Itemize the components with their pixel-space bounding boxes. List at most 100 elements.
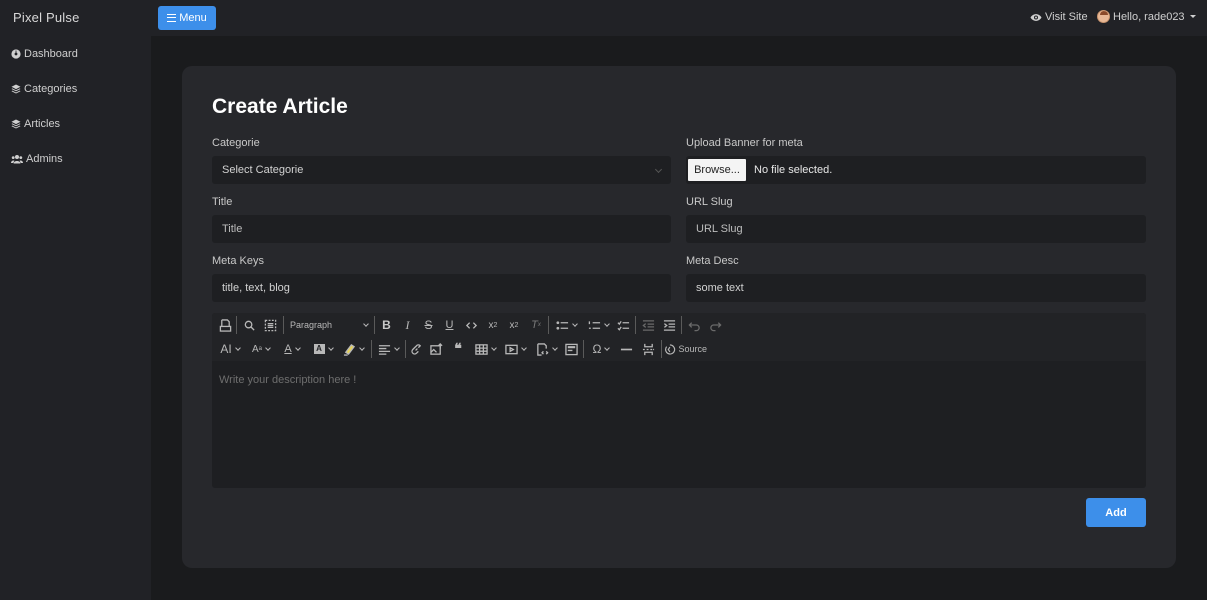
menu-button-label: Menu — [179, 12, 207, 24]
italic-icon[interactable]: I — [400, 317, 415, 333]
avatar — [1097, 10, 1110, 23]
code-icon[interactable] — [463, 317, 479, 333]
chevron-down-icon — [358, 344, 365, 351]
chevron-down-icon — [551, 344, 558, 351]
special-characters-icon[interactable]: Ω — [588, 341, 614, 357]
sidebar-item-articles[interactable]: Articles — [0, 106, 151, 141]
redo-icon[interactable] — [707, 317, 723, 333]
chevron-down-icon — [520, 344, 527, 351]
subscript-icon[interactable]: x2 — [485, 317, 501, 333]
page-break-icon[interactable] — [640, 341, 656, 357]
menu-button[interactable]: Menu — [158, 6, 216, 30]
html-embed-icon[interactable] — [533, 341, 559, 357]
meta-desc-label: Meta Desc — [686, 255, 739, 267]
toolbar-separator — [583, 340, 584, 358]
user-menu[interactable]: Hello, rade023 — [1097, 10, 1196, 23]
toolbar-separator — [635, 316, 636, 334]
sidebar-item-label: Categories — [24, 82, 78, 95]
insert-table-icon[interactable] — [472, 341, 498, 357]
editor-content-area[interactable]: Write your description here ! — [219, 374, 356, 386]
dashboard-icon — [11, 48, 21, 59]
horizontal-line-icon[interactable] — [618, 341, 634, 357]
font-color-icon[interactable]: A — [279, 341, 305, 357]
link-icon[interactable] — [408, 341, 424, 357]
indent-icon[interactable] — [661, 317, 677, 333]
superscript-icon[interactable]: x2 — [506, 317, 522, 333]
todo-list-icon[interactable] — [615, 317, 631, 333]
sidebar-item-admins[interactable]: Admins — [0, 141, 151, 176]
remove-format-icon[interactable]: Tx — [528, 317, 544, 333]
outdent-icon[interactable] — [640, 317, 656, 333]
block-quote-icon[interactable]: ❝ — [450, 341, 466, 357]
browse-button[interactable]: Browse... — [688, 159, 746, 181]
chevron-down-icon — [490, 344, 497, 351]
eye-icon — [1030, 13, 1042, 21]
slug-input[interactable]: URL Slug — [686, 215, 1146, 243]
font-size-icon[interactable]: AI — [217, 341, 243, 357]
toolbar-separator — [371, 340, 372, 358]
meta-keys-value: title, text, blog — [222, 282, 290, 294]
chevron-down-icon — [654, 165, 663, 174]
caret-down-icon — [1189, 15, 1196, 18]
font-family-icon[interactable]: Aa — [248, 341, 274, 357]
banner-label: Upload Banner for meta — [686, 137, 803, 149]
top-navbar: Menu Visit Site Hello, rade023 — [151, 0, 1207, 36]
user-greeting: Hello, rade023 — [1113, 10, 1185, 23]
categorie-label: Categorie — [212, 137, 260, 149]
sidebar: Pixel Pulse Dashboard Categories Article… — [0, 0, 151, 600]
font-background-icon[interactable]: A — [310, 341, 336, 357]
meta-keys-label: Meta Keys — [212, 255, 264, 267]
title-label: Title — [212, 196, 233, 208]
insert-image-icon[interactable] — [428, 341, 444, 357]
toolbar-separator — [681, 316, 682, 334]
align-icon[interactable] — [375, 341, 401, 357]
layers-icon — [11, 119, 21, 128]
sidebar-item-label: Articles — [24, 117, 61, 130]
chevron-down-icon — [603, 320, 610, 327]
toolbar-separator — [283, 316, 284, 334]
title-input-placeholder: Title — [222, 223, 243, 235]
sidebar-item-dashboard[interactable]: Dashboard — [0, 36, 151, 71]
categorie-select[interactable]: Select Categorie — [212, 156, 671, 184]
numbered-list-icon[interactable] — [584, 317, 612, 333]
toolbar-separator — [405, 340, 406, 358]
highlight-icon[interactable] — [340, 341, 366, 357]
undo-icon[interactable] — [686, 317, 702, 333]
bulleted-list-icon[interactable] — [552, 317, 580, 333]
bold-icon[interactable]: B — [379, 317, 394, 333]
chevron-down-icon — [571, 320, 578, 327]
banner-file-input[interactable]: Browse... No file selected. — [686, 156, 1146, 184]
add-button[interactable]: Add — [1086, 498, 1146, 527]
editor-toolbar: Paragraph B I S U x2 x2 Tx AI Aa A A ❝ Ω… — [212, 313, 1146, 361]
select-all-icon[interactable] — [262, 317, 278, 333]
code-block-icon[interactable] — [563, 341, 579, 357]
meta-desc-input[interactable]: some text — [686, 274, 1146, 302]
toolbar-separator — [236, 316, 237, 334]
heading-dropdown[interactable]: Paragraph — [290, 317, 369, 333]
chevron-down-icon — [393, 344, 400, 351]
users-icon — [11, 154, 23, 163]
file-status: No file selected. — [754, 164, 833, 176]
heading-dropdown-value: Paragraph — [290, 320, 333, 330]
find-replace-icon[interactable] — [241, 317, 257, 333]
sidebar-item-label: Dashboard — [24, 47, 78, 60]
slug-input-placeholder: URL Slug — [696, 223, 743, 235]
insert-media-icon[interactable] — [502, 341, 528, 357]
description-editor: Paragraph B I S U x2 x2 Tx AI Aa A A ❝ Ω… — [212, 313, 1146, 488]
hamburger-icon — [167, 14, 177, 22]
export-pdf-icon[interactable] — [217, 317, 233, 333]
toolbar-separator — [374, 316, 375, 334]
visit-site-link[interactable]: Visit Site — [1030, 11, 1088, 23]
strikethrough-icon[interactable]: S — [421, 317, 436, 333]
source-button[interactable]: Source — [665, 341, 707, 357]
sidebar-item-categories[interactable]: Categories — [0, 71, 151, 106]
meta-keys-input[interactable]: title, text, blog — [212, 274, 671, 302]
sidebar-item-label: Admins — [26, 152, 63, 165]
chevron-down-icon — [363, 320, 369, 327]
title-input[interactable]: Title — [212, 215, 671, 243]
slug-label: URL Slug — [686, 196, 733, 208]
meta-desc-value: some text — [696, 282, 744, 294]
underline-icon[interactable]: U — [442, 317, 457, 333]
sidebar-nav: Dashboard Categories Articles Admins — [0, 36, 151, 176]
brand-title[interactable]: Pixel Pulse — [13, 10, 80, 25]
